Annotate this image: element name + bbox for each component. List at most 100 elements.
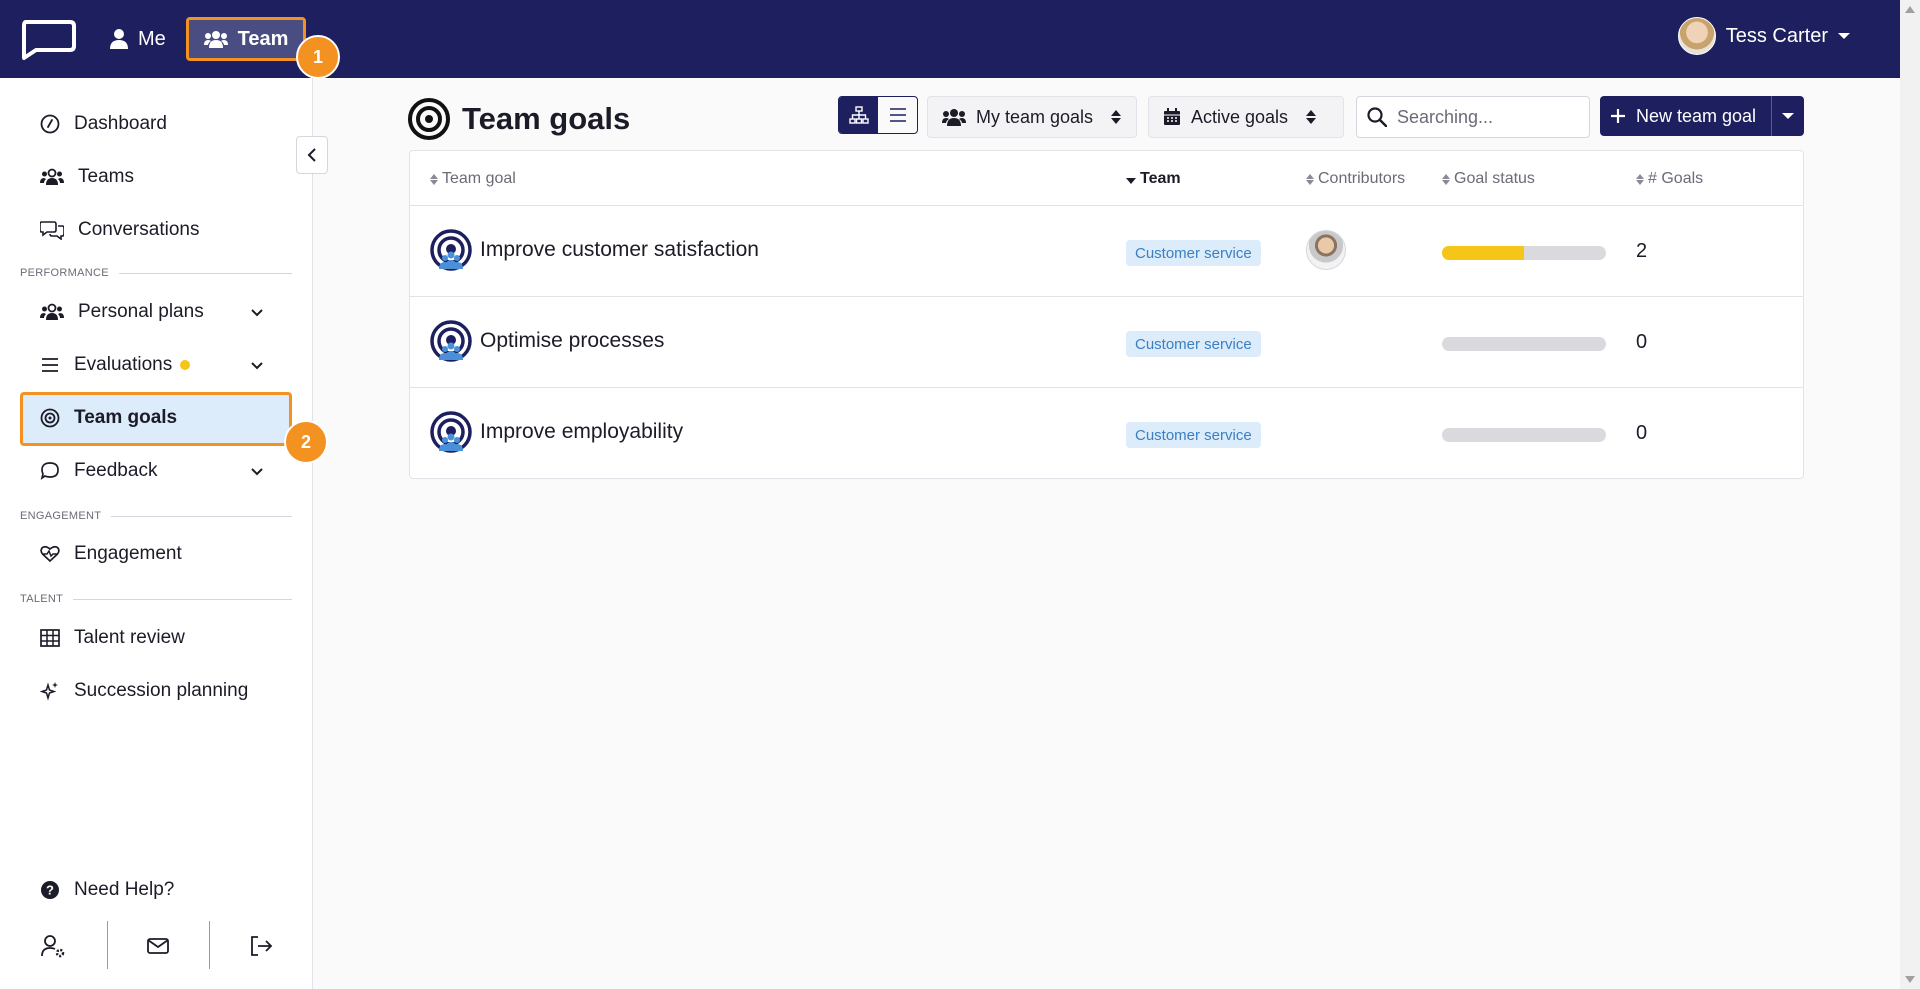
heart-pulse-icon bbox=[40, 545, 60, 563]
team-badge: Customer service bbox=[1126, 331, 1261, 357]
section-engagement: ENGAGEMENT bbox=[20, 510, 292, 522]
target-icon bbox=[40, 408, 60, 428]
comments-icon bbox=[40, 221, 64, 240]
goal-name[interactable]: Optimise processes bbox=[480, 329, 664, 353]
chevron-down-icon[interactable] bbox=[250, 359, 264, 373]
users-icon bbox=[942, 109, 966, 126]
new-team-goal-button-group: New team goal bbox=[1600, 96, 1804, 136]
view-toggle bbox=[838, 96, 918, 134]
sort-icon bbox=[1636, 173, 1644, 185]
sidebar-item-personal-plans[interactable]: Personal plans bbox=[40, 294, 204, 330]
nav-me[interactable]: Me bbox=[110, 24, 166, 54]
goal-name[interactable]: Improve employability bbox=[480, 420, 683, 444]
column-label: Team goal bbox=[442, 170, 516, 187]
sidebar-item-engagement[interactable]: Engagement bbox=[40, 536, 182, 572]
tree-view-button[interactable] bbox=[839, 97, 878, 133]
new-team-goal-dropdown[interactable] bbox=[1772, 113, 1804, 119]
table-row[interactable]: Improve customer satisfaction Customer s… bbox=[410, 205, 1803, 296]
nav-team-label: Team bbox=[237, 27, 289, 50]
list-view-button[interactable] bbox=[878, 97, 917, 133]
sidebar-item-label: Talent review bbox=[74, 627, 185, 648]
envelope-icon[interactable] bbox=[145, 933, 171, 959]
sort-icon bbox=[1442, 173, 1450, 185]
goal-status-bar bbox=[1442, 246, 1606, 260]
column-header-team-goal[interactable]: Team goal bbox=[430, 169, 516, 189]
column-header-contributors[interactable]: Contributors bbox=[1306, 169, 1405, 189]
goal-status-bar bbox=[1442, 428, 1606, 442]
sidebar-item-team-goals[interactable]: Team goals bbox=[40, 400, 177, 436]
collapse-sidebar-button[interactable] bbox=[296, 136, 328, 174]
scroll-down-icon[interactable] bbox=[1905, 976, 1915, 983]
sidebar-item-teams[interactable]: Teams bbox=[40, 159, 134, 195]
sidebar-item-label: Teams bbox=[78, 166, 134, 187]
sidebar-item-succession-planning[interactable]: Succession planning bbox=[40, 673, 248, 709]
sidebar-item-feedback[interactable]: Feedback bbox=[40, 453, 157, 489]
user-icon bbox=[110, 29, 128, 49]
status-filter-select[interactable]: Active goals bbox=[1148, 96, 1344, 138]
goal-count: 2 bbox=[1636, 240, 1648, 262]
logout-icon[interactable] bbox=[248, 933, 274, 959]
column-label: Team bbox=[1140, 170, 1181, 187]
sidebar: Dashboard Teams Conversations PERFORMANC… bbox=[0, 78, 328, 989]
comment-icon bbox=[40, 462, 59, 480]
list-icon bbox=[42, 358, 58, 372]
target-icon bbox=[408, 98, 450, 140]
need-help-label: Need Help? bbox=[74, 879, 175, 900]
caret-down-icon bbox=[1838, 33, 1850, 39]
app-logo[interactable] bbox=[18, 18, 78, 60]
users-icon bbox=[203, 31, 228, 48]
column-header-goal-count[interactable]: # Goals bbox=[1636, 169, 1703, 189]
caret-down-icon bbox=[1782, 113, 1794, 119]
column-header-goal-status[interactable]: Goal status bbox=[1442, 169, 1535, 189]
column-label: Contributors bbox=[1318, 170, 1406, 187]
nav-team[interactable]: Team bbox=[186, 17, 306, 61]
table-row[interactable]: Optimise processes Customer service 0 bbox=[410, 296, 1803, 387]
step-badge-1: 1 bbox=[296, 35, 340, 79]
sidebar-item-evaluations[interactable]: Evaluations bbox=[40, 347, 191, 383]
sidebar-item-dashboard[interactable]: Dashboard bbox=[40, 106, 167, 142]
sidebar-item-label: Feedback bbox=[74, 460, 158, 481]
sort-icon bbox=[1306, 110, 1317, 124]
page-scrollbar[interactable] bbox=[1900, 0, 1920, 989]
avatar bbox=[1677, 17, 1716, 55]
search-input[interactable] bbox=[1397, 106, 1567, 128]
column-label: # Goals bbox=[1648, 170, 1704, 187]
divider bbox=[107, 921, 108, 969]
scroll-up-icon[interactable] bbox=[1905, 6, 1915, 13]
team-goal-icon bbox=[430, 411, 472, 453]
search-box bbox=[1356, 96, 1590, 138]
new-team-goal-button[interactable]: New team goal bbox=[1600, 96, 1772, 136]
search-icon bbox=[1367, 107, 1387, 127]
team-badge: Customer service bbox=[1126, 422, 1261, 448]
user-settings-icon[interactable] bbox=[40, 933, 66, 959]
column-header-team[interactable]: Team bbox=[1126, 169, 1181, 189]
sidebar-footer bbox=[0, 921, 313, 969]
user-menu[interactable]: Tess Carter bbox=[1677, 16, 1850, 56]
goal-name[interactable]: Improve customer satisfaction bbox=[480, 238, 759, 262]
contributor-avatar[interactable] bbox=[1306, 230, 1346, 270]
top-navbar: Me Team 1 Tess Carter bbox=[0, 0, 1900, 79]
section-performance: PERFORMANCE bbox=[20, 267, 292, 279]
team-filter-select[interactable]: My team goals bbox=[927, 96, 1137, 138]
chevron-down-icon[interactable] bbox=[250, 306, 264, 320]
chevron-down-icon[interactable] bbox=[250, 465, 264, 479]
sidebar-item-label: Team goals bbox=[74, 407, 178, 428]
question-circle-icon: ? bbox=[41, 881, 59, 899]
step-badge-2: 2 bbox=[284, 420, 328, 464]
team-goals-table: Team goal Team Contributors Goal status … bbox=[409, 150, 1804, 479]
sidebar-item-label: Succession planning bbox=[74, 680, 249, 701]
sidebar-item-talent-review[interactable]: Talent review bbox=[40, 620, 185, 656]
table-row[interactable]: Improve employability Customer service 0 bbox=[410, 387, 1803, 478]
need-help-link[interactable]: ? Need Help? bbox=[40, 872, 174, 908]
nav-me-label: Me bbox=[138, 27, 166, 50]
sitemap-icon bbox=[848, 106, 869, 124]
goal-status-bar bbox=[1442, 337, 1606, 351]
section-label: PERFORMANCE bbox=[20, 267, 109, 279]
svg-text:?: ? bbox=[46, 883, 54, 898]
sidebar-item-label: Dashboard bbox=[74, 113, 167, 134]
sidebar-item-conversations[interactable]: Conversations bbox=[40, 212, 199, 248]
notification-dot bbox=[180, 360, 191, 370]
divider bbox=[209, 921, 210, 969]
goal-count: 0 bbox=[1636, 331, 1648, 353]
chevron-left-icon bbox=[307, 148, 316, 162]
